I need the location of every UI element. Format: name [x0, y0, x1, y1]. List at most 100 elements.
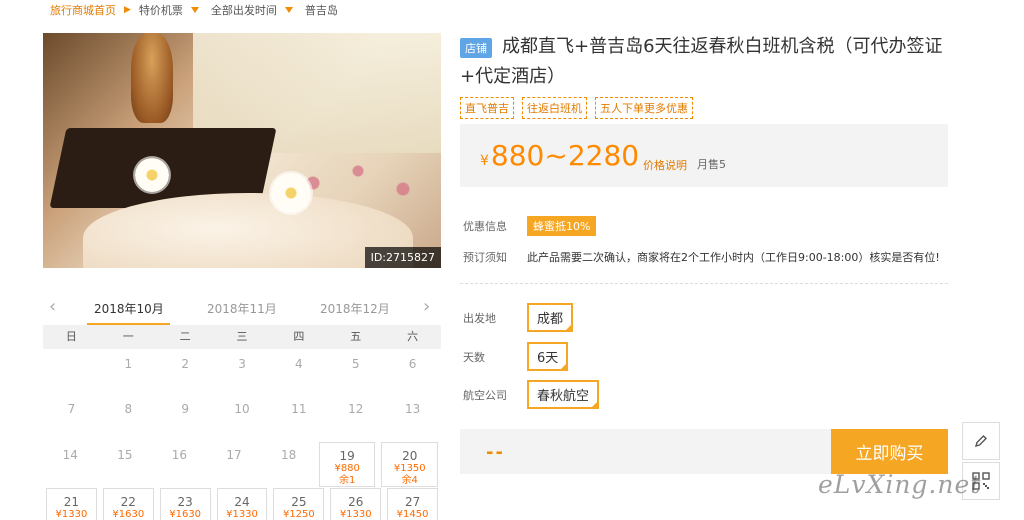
calendar-day: 18 [280, 448, 297, 462]
calendar-week-row: 1 2 3 4 5 6 [43, 351, 441, 396]
calendar-day-price: ¥1330 [55, 509, 88, 520]
calendar-day-available[interactable]: 24 ¥1330 [216, 488, 268, 520]
calendar-day: 2 [181, 357, 189, 371]
notice-row: 预订须知 此产品需要二次确认，商家将在2个工作小时内（工作日9:00-18:00… [463, 249, 940, 265]
calendar-day-price: ¥1450 [396, 509, 429, 520]
calendar-day-available[interactable]: 27 ¥1450 [387, 488, 439, 520]
breadcrumb-category-label: 特价机票 [138, 4, 183, 17]
notice-label: 预订须知 [463, 251, 507, 264]
breadcrumb-separator: ▶ [124, 5, 131, 15]
product-tag: 五人下单更多优惠 [595, 97, 693, 119]
calendar-day-available[interactable]: 20 ¥1350 余4 [381, 442, 439, 487]
weekday-label: 六 [407, 330, 419, 343]
calendar-day: 17 [226, 448, 242, 462]
calendar-day-number: 25 [291, 495, 307, 509]
weekday-label: 二 [179, 330, 191, 343]
weekday-label: 日 [65, 330, 77, 343]
image-vase [131, 33, 173, 123]
calendar-day-number: 19 [339, 449, 355, 463]
calendar-day-available[interactable]: 23 ¥1630 [159, 488, 211, 520]
breadcrumb-departure-time[interactable]: 全部出发时间 [211, 2, 305, 18]
product-tag: 往返白班机 [522, 97, 587, 119]
price-range: ¥880~2280 [480, 139, 639, 172]
flower-icon [271, 173, 311, 213]
breadcrumb-home[interactable]: 旅行商城首页 [50, 2, 116, 18]
calendar-week-row: 7 8 9 10 11 12 13 [43, 396, 441, 441]
calendar-day: 7 [67, 402, 76, 416]
buy-now-button[interactable]: 立即购买 [831, 429, 948, 474]
calendar-week-row: 21 ¥1330 22 ¥1630 23 ¥1630 24 ¥1330 25 ¥… [43, 488, 441, 520]
calendar-day: 1 [124, 357, 133, 371]
calendar-day-price: ¥1630 [169, 509, 202, 520]
calendar-day: 13 [404, 402, 421, 416]
weekday-label: 三 [236, 330, 248, 343]
calendar-day-number: 20 [402, 449, 418, 463]
discount-badge: 蜂蜜抵10% [527, 216, 597, 236]
currency-symbol: ¥ [480, 153, 489, 169]
calendar-day: 12 [348, 402, 364, 416]
chevron-down-icon[interactable] [284, 7, 293, 13]
chevron-right-icon[interactable]: › [423, 296, 430, 317]
calendar-day-available[interactable]: 25 ¥1250 [273, 488, 325, 520]
calendar-day: 15 [117, 448, 133, 462]
calendar-day-available[interactable]: 22 ¥1630 [102, 488, 154, 520]
shop-badge[interactable]: 店铺 [460, 38, 492, 58]
discount-row: 优惠信息 蜂蜜抵10% [463, 216, 597, 236]
departure-label: 出发地 [463, 311, 496, 325]
calendar-day-number: 26 [348, 495, 364, 509]
calendar-day-number: 24 [234, 495, 250, 509]
product-image[interactable]: ID:2715827 [43, 33, 441, 268]
airline-option[interactable]: 春秋航空 [527, 380, 600, 409]
product-title: 成都直飞+普吉岛6天往返春秋白班机含税（可代办签证+代定酒店） [460, 36, 943, 87]
notice-text: 此产品需要二次确认，商家将在2个工作小时内（工作日9:00-18:00）核实是否… [527, 251, 940, 264]
calendar-day: 16 [171, 448, 188, 462]
calendar-month-tab[interactable]: 2018年11月 [207, 300, 277, 317]
calendar-day-number: 22 [120, 495, 136, 509]
calendar-day-price: ¥1350 [393, 463, 426, 474]
weekday-label: 四 [293, 330, 305, 343]
calendar-day-price: ¥1330 [226, 509, 258, 520]
calendar-day: 10 [234, 402, 250, 416]
buy-bar: -- 立即购买 [460, 429, 948, 474]
calendar-day-available[interactable]: 26 ¥1330 [330, 488, 382, 520]
price-panel: ¥880~2280 价格说明 月售5 [460, 124, 948, 187]
calendar-day-number: 23 [177, 495, 193, 509]
monthly-sales: 月售5 [697, 158, 726, 171]
calendar-day-price: ¥880 [334, 463, 360, 474]
calendar-month-tab[interactable]: 2018年10月 [94, 300, 164, 317]
calendar-day: 11 [291, 402, 307, 416]
breadcrumb: 旅行商城首页 ▶ 特价机票 全部出发时间 普吉岛 [50, 0, 338, 20]
calendar-day: 3 [238, 357, 246, 371]
price-value: 880~2280 [490, 139, 640, 172]
calendar-day-price: ¥1630 [112, 509, 145, 520]
calendar-day-stock: 余1 [338, 475, 356, 486]
departure-option[interactable]: 成都 [527, 303, 574, 332]
chevron-down-icon[interactable] [190, 7, 199, 13]
calendar-day: 14 [62, 448, 78, 462]
chevron-left-icon[interactable]: ‹ [49, 296, 56, 317]
edit-feedback-button[interactable] [962, 422, 1000, 460]
divider [460, 283, 948, 284]
calendar-day-number: 27 [404, 495, 421, 509]
days-option[interactable]: 6天 [527, 342, 569, 371]
discount-label: 优惠信息 [463, 220, 507, 233]
calendar-day-available[interactable]: 19 ¥880 余1 [318, 442, 376, 487]
airline-label: 航空公司 [463, 388, 507, 402]
calendar-month-nav: ‹ 2018年10月 2018年11月 2018年12月 › [43, 294, 441, 326]
product-tags: 直飞普吉 往返白班机 五人下单更多优惠 [460, 97, 693, 119]
calendar-day-available[interactable]: 21 ¥1330 [46, 488, 97, 520]
calendar-day: 8 [124, 402, 133, 416]
price-explanation-link[interactable]: 价格说明 [643, 157, 687, 173]
breadcrumb-destination: 普吉岛 [304, 4, 338, 17]
days-label: 天数 [463, 350, 485, 364]
breadcrumb-category[interactable]: 特价机票 [139, 2, 211, 18]
calendar-weekday-header: 日 一 二 三 四 五 六 [43, 325, 441, 349]
calendar-day: 9 [181, 402, 189, 416]
calendar-month-tab[interactable]: 2018年12月 [320, 300, 390, 317]
breadcrumb-departure-time-label: 全部出发时间 [210, 4, 277, 17]
calendar-day-price: ¥1250 [282, 509, 315, 520]
calendar-day [43, 351, 100, 396]
watermark: eLvXing.net [818, 470, 982, 499]
image-id-label: ID:2715827 [364, 247, 441, 268]
departure-option-row: 出发地 成都 [463, 303, 574, 332]
